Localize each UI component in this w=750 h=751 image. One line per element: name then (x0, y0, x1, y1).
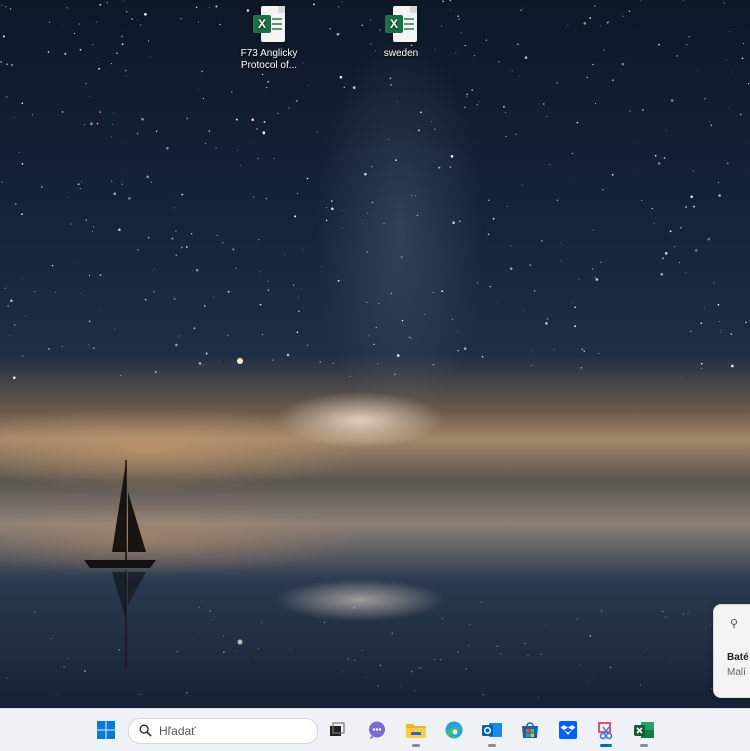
folder-icon (406, 724, 426, 738)
search-placeholder: Hľadať (159, 724, 196, 738)
desktop-wallpaper: X F73 Anglicky Protocol of... X sweden ⚲… (0, 0, 750, 708)
notification-toast[interactable]: ⚲ Baté Malí (713, 604, 750, 698)
snipping-tool-icon (598, 722, 613, 740)
dropbox-button[interactable] (555, 717, 581, 743)
desktop-file-label: F73 Anglicky (240, 48, 298, 59)
notification-subtitle: Malí (727, 667, 746, 678)
task-view-button[interactable] (324, 717, 350, 743)
store-button[interactable] (517, 717, 543, 743)
running-indicator (488, 744, 496, 747)
windows-start-icon (97, 721, 115, 739)
store-icon (522, 722, 538, 738)
outlook-button[interactable] (479, 717, 505, 747)
chat-icon (369, 721, 385, 739)
taskbar: Hľadať (0, 708, 750, 751)
running-indicator (640, 744, 648, 747)
task-view-icon (330, 722, 345, 736)
excel-button[interactable] (631, 717, 657, 747)
desktop-file-sweden[interactable]: X sweden (363, 6, 439, 60)
excel-file-icon: X (253, 6, 285, 44)
snipping-tool-button[interactable] (593, 717, 619, 747)
desktop-file-f73[interactable]: X F73 Anglicky Protocol of... (231, 6, 307, 72)
file-explorer-button[interactable] (403, 717, 429, 747)
excel-icon (634, 722, 654, 738)
dropbox-icon (559, 721, 577, 739)
outlook-icon (482, 723, 502, 737)
running-indicator (412, 744, 420, 747)
excel-file-icon: X (385, 6, 417, 44)
desktop-file-label: Protocol of... (240, 60, 298, 71)
start-button[interactable] (93, 717, 119, 743)
chat-button[interactable] (364, 717, 390, 743)
location-pin-icon: ⚲ (730, 618, 739, 630)
search-icon (139, 724, 152, 737)
sailboat-silhouette (84, 460, 156, 668)
edge-button[interactable] (441, 717, 467, 743)
notification-title: Baté (727, 652, 749, 663)
active-indicator (600, 744, 612, 747)
taskbar-search-box[interactable]: Hľadať (128, 718, 318, 744)
desktop-file-label: sweden (383, 48, 419, 59)
edge-icon (445, 721, 463, 739)
